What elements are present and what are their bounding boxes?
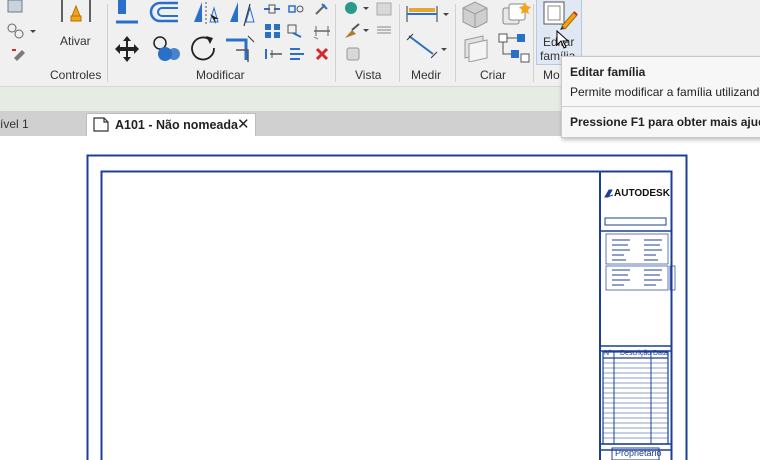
unpin-icon[interactable] <box>312 1 330 17</box>
delete-icon[interactable] <box>314 46 330 62</box>
panel-separator <box>335 4 336 82</box>
tooltip-divider <box>562 106 760 107</box>
drawing-area[interactable]: AUTODESK Nº Descrição Data Proprietário <box>0 136 760 460</box>
tooltip-title: Editar família <box>570 65 646 79</box>
split-gap-icon[interactable] <box>264 46 284 62</box>
offset-icon[interactable] <box>148 0 184 26</box>
temporary-hide-icon[interactable] <box>376 24 392 36</box>
mirror-draw-icon[interactable] <box>226 0 256 28</box>
panel-label-controles: Controles <box>50 68 102 82</box>
revision-header-number: Nº <box>604 350 612 357</box>
mouse-cursor-icon <box>556 30 570 49</box>
panel-separator <box>107 4 108 82</box>
array-icon[interactable] <box>264 23 282 39</box>
select-tool-icon[interactable] <box>6 0 28 16</box>
panel-label-modificar: Modificar <box>196 68 245 82</box>
view-tab-level-1[interactable]: ível 1 <box>0 117 29 131</box>
activate-icon[interactable] <box>58 0 94 30</box>
mirror-axis-icon[interactable] <box>190 0 220 28</box>
hide-category-icon[interactable] <box>376 2 392 16</box>
trim-extend-icon[interactable] <box>224 34 258 64</box>
autodesk-logo: AUTODESK <box>614 188 670 199</box>
panel-label-modo: Mo <box>543 68 560 82</box>
revision-header-description: Descrição <box>620 350 652 357</box>
panel-label-medir: Medir <box>411 68 442 82</box>
panel-separator <box>399 4 400 82</box>
aligned-dimension-icon[interactable] <box>405 32 449 62</box>
paint-icon[interactable] <box>343 22 371 40</box>
panel-label-criar: Criar <box>480 68 506 82</box>
pin-element-icon[interactable] <box>287 2 305 16</box>
create-component-icon[interactable] <box>459 0 491 28</box>
create-similar-icon[interactable] <box>497 0 531 30</box>
align-icon[interactable] <box>114 0 142 26</box>
owner-label: Proprietário <box>615 448 662 458</box>
copy-icon[interactable] <box>150 34 182 64</box>
override-graphics-icon[interactable] <box>343 0 371 18</box>
sheet-icon <box>93 117 109 132</box>
links-icon[interactable] <box>6 22 36 40</box>
sheet-drawing <box>86 154 688 460</box>
activate-button-label[interactable]: Ativar <box>60 34 91 48</box>
tooltip-help: Pressione F1 para obter mais ajuda <box>570 115 760 129</box>
rotate-icon[interactable] <box>186 32 218 64</box>
split-icon[interactable] <box>263 2 281 16</box>
tooltip-description: Permite modificar a família utilizando <box>570 85 760 99</box>
edit-family-tooltip: Editar família Permite modificar a famíl… <box>561 56 760 138</box>
panel-separator <box>533 4 534 82</box>
move-icon[interactable] <box>112 34 142 64</box>
revision-header-date: Data <box>653 350 668 357</box>
edit-family-icon[interactable] <box>540 0 578 30</box>
view-tab-a101[interactable]: A101 - Não nomeada ✕ <box>86 113 256 137</box>
create-group-icon[interactable] <box>459 34 491 62</box>
panel-label-vista: Vista <box>355 68 382 82</box>
close-icon[interactable]: ✕ <box>237 115 250 133</box>
measure-distance-icon[interactable] <box>405 2 451 24</box>
stretch-icon[interactable] <box>312 22 332 40</box>
linework-icon[interactable] <box>345 46 361 62</box>
create-parts-icon[interactable] <box>497 32 531 64</box>
panel-separator <box>455 4 456 82</box>
pin-icon[interactable] <box>10 44 28 62</box>
align-end-icon[interactable] <box>288 46 308 62</box>
scale-icon[interactable] <box>287 23 305 39</box>
view-tab-title: A101 - Não nomeada <box>115 118 238 132</box>
